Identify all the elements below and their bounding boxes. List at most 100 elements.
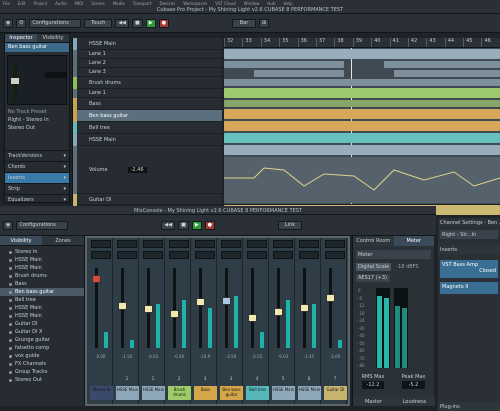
inspector-track-name[interactable]: Ben bass guitar — [5, 43, 69, 52]
audio-event[interactable] — [224, 109, 500, 119]
menu-item[interactable]: Devices — [160, 1, 176, 6]
menu-item[interactable]: Hub — [267, 1, 275, 6]
fader-value[interactable]: -9.03 — [273, 354, 293, 359]
mixconsole-configurations-dropdown[interactable]: Configurations — [16, 220, 69, 230]
visibility-dot-icon[interactable] — [9, 330, 12, 334]
visibility-item[interactable]: falsetto comp — [0, 344, 84, 352]
visibility-dot-icon[interactable] — [9, 378, 12, 382]
volume-fader[interactable] — [326, 294, 335, 303]
section-chords[interactable]: Chords ▾ — [5, 161, 69, 172]
monitor-buttons[interactable] — [247, 251, 267, 259]
visibility-dot-icon[interactable] — [9, 266, 12, 270]
mixer-tab-visibility[interactable]: Visibility — [0, 236, 42, 245]
monitor-buttons[interactable] — [273, 251, 293, 259]
channel-name[interactable]: HSSE Main — [272, 386, 295, 400]
mixer-record-button[interactable]: ● — [204, 220, 216, 230]
track-row[interactable]: Bass — [73, 97, 222, 110]
volume-fader[interactable] — [248, 313, 257, 322]
visibility-item[interactable]: Ben bass guitar — [0, 288, 84, 296]
track-row[interactable]: Guitar DI — [73, 193, 222, 206]
volume-readout[interactable]: -2.46 — [127, 166, 147, 173]
audio-event[interactable] — [224, 100, 500, 107]
volume-fader[interactable] — [300, 304, 309, 312]
fader-value[interactable]: -2.69 — [325, 354, 345, 359]
track-lane[interactable] — [224, 120, 500, 132]
channel-name[interactable]: Ben bass guitar — [220, 386, 243, 400]
channel-name[interactable]: HSSE Main — [116, 386, 139, 400]
visibility-item[interactable]: Group Tracks — [0, 368, 84, 376]
fader-value[interactable]: -0.40 — [169, 354, 189, 359]
menu-item[interactable]: Help — [284, 1, 293, 6]
visibility-dot-icon[interactable] — [9, 346, 12, 350]
menu-item[interactable]: Workspaces — [183, 1, 207, 6]
visibility-dot-icon[interactable] — [9, 354, 12, 358]
tab-loudness[interactable]: Loudness — [394, 397, 435, 406]
scale-value[interactable]: -18 dBFS — [394, 263, 420, 271]
visibility-item[interactable]: FX Channels — [0, 360, 84, 368]
audio-event[interactable] — [254, 70, 344, 77]
section-trackversions[interactable]: TrackVersions ▾ — [5, 150, 69, 161]
mute-solo-buttons[interactable] — [221, 240, 241, 248]
monitor-buttons[interactable] — [143, 251, 163, 259]
mixer-play-button[interactable]: ▶ — [191, 220, 202, 230]
meter-dropdown[interactable]: Meter — [356, 250, 431, 259]
mute-solo-buttons[interactable] — [117, 240, 137, 248]
visibility-dot-icon[interactable] — [9, 258, 12, 262]
track-row[interactable]: Lane 2 — [73, 58, 222, 68]
ruler[interactable]: 32 33 34 35 36 37 38 39 40 41 42 43 44 45 46 — [224, 38, 500, 48]
channel-name[interactable]: Stereo In — [90, 386, 113, 400]
visibility-item[interactable]: HSSE Main — [0, 264, 84, 272]
track-lane[interactable] — [224, 48, 500, 60]
monitor-buttons[interactable] — [221, 251, 241, 259]
volume-fader[interactable] — [170, 310, 179, 319]
visibility-dot-icon[interactable] — [9, 274, 12, 278]
visibility-item[interactable]: Stereo Out — [0, 376, 84, 384]
visibility-dot-icon[interactable] — [9, 314, 12, 318]
mute-solo-buttons[interactable] — [143, 240, 163, 248]
mute-solo-buttons[interactable] — [195, 240, 215, 248]
audio-event[interactable] — [224, 79, 500, 86]
track-row[interactable]: HSSE Main — [73, 133, 222, 146]
menu-item[interactable]: Scores — [91, 1, 104, 6]
menu-item[interactable]: MIDI — [75, 1, 84, 6]
visibility-item[interactable]: HSSE Main — [0, 312, 84, 320]
visibility-dot-icon[interactable] — [9, 290, 12, 294]
section-equalizers[interactable]: Equalizers ▾ — [5, 194, 69, 205]
visibility-dot-icon[interactable] — [9, 370, 12, 374]
visibility-dot-icon[interactable] — [9, 338, 12, 342]
tab-plugin-ins[interactable]: Plug-ins — [438, 402, 500, 411]
visibility-dot-icon[interactable] — [9, 250, 12, 254]
audio-event[interactable] — [224, 145, 500, 155]
mixer-tab-zones[interactable]: Zones — [42, 236, 84, 245]
grid-dropdown[interactable]: Bar — [231, 18, 256, 28]
mute-solo-buttons[interactable] — [247, 240, 267, 248]
fader-value[interactable]: 0.00 — [91, 354, 111, 359]
channel-name[interactable]: HSSE Main — [298, 386, 321, 400]
volume-fader[interactable] — [144, 304, 153, 313]
menu-item[interactable]: Edit — [18, 1, 26, 6]
fader-value[interactable]: -1.50 — [117, 354, 137, 359]
mute-solo-buttons[interactable] — [91, 240, 111, 248]
monitor-buttons[interactable] — [195, 251, 215, 259]
visibility-item[interactable]: vox guide — [0, 352, 84, 360]
tab-inspector[interactable]: Inspector — [5, 34, 37, 42]
track-row[interactable]: Ben bass guitar — [73, 109, 222, 122]
track-preset[interactable]: No Track Preset — [5, 108, 69, 116]
mute-solo-buttons[interactable] — [325, 240, 345, 248]
audio-event[interactable] — [224, 49, 500, 59]
volume-fader[interactable] — [196, 298, 205, 307]
mixer-link-button[interactable]: Link — [278, 220, 303, 230]
digital-scale-button[interactable]: Digital Scale — [356, 263, 392, 271]
routing-output[interactable]: Stereo Out — [5, 124, 69, 132]
section-inserts[interactable]: Inserts ▾ — [5, 172, 69, 183]
menu-item[interactable]: Transport — [133, 1, 152, 6]
visibility-dot-icon[interactable] — [9, 362, 12, 366]
visibility-item[interactable]: Stereo In — [0, 248, 84, 256]
monitor-buttons[interactable] — [169, 251, 189, 259]
menu-item[interactable]: File — [3, 1, 10, 6]
channel-name[interactable]: Bass — [194, 386, 217, 400]
track-row[interactable]: Brush drums — [73, 76, 222, 89]
volume-fader[interactable] — [222, 296, 231, 305]
visibility-item[interactable]: Guitar DI — [0, 320, 84, 328]
audio-event[interactable] — [224, 88, 500, 98]
